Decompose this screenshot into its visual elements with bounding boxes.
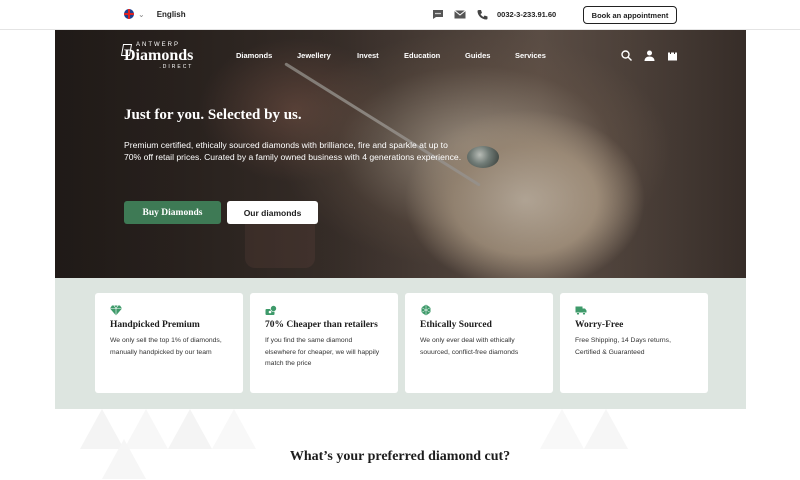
feature-text: We only ever deal with ethically souurce… bbox=[420, 337, 519, 356]
feature-card-worry-free: Worry-Free Free Shipping, 14 Days return… bbox=[560, 293, 708, 393]
phone-number[interactable]: 0032-3-233.91.60 bbox=[497, 10, 556, 19]
feature-title: 70% Cheaper than retailers bbox=[265, 320, 378, 330]
site-logo[interactable]: ANTWERP Diamonds .DIRECT bbox=[120, 42, 194, 70]
feature-card-handpicked: Handpicked Premium We only sell the top … bbox=[95, 293, 243, 393]
section-title: What’s your preferred diamond cut? bbox=[289, 449, 511, 464]
money-icon bbox=[265, 303, 277, 315]
hero-description: Premium certified, ethically sourced dia… bbox=[124, 140, 462, 162]
our-diamonds-button[interactable]: Our diamonds bbox=[227, 201, 318, 224]
features-section: Handpicked Premium We only sell the top … bbox=[55, 278, 746, 409]
logo-sub-text: .DIRECT bbox=[159, 64, 194, 70]
nav-item-guides[interactable]: Guides bbox=[465, 51, 490, 60]
phone-icon[interactable] bbox=[476, 8, 488, 20]
feature-card-cheaper: 70% Cheaper than retailers If you find t… bbox=[250, 293, 398, 393]
contact-icons bbox=[432, 8, 488, 20]
truck-icon bbox=[575, 303, 587, 316]
hero-banner: ANTWERP Diamonds .DIRECT Diamonds Jewell… bbox=[55, 30, 746, 278]
feature-text: If you find the same diamond elsewhere f… bbox=[265, 337, 380, 367]
search-icon[interactable] bbox=[620, 49, 632, 61]
header-icons bbox=[620, 49, 678, 61]
decorative-triangle bbox=[168, 409, 212, 449]
uk-flag-icon bbox=[124, 9, 134, 19]
language-label: English bbox=[156, 9, 186, 19]
feature-card-ethical: Ethically Sourced We only ever deal with… bbox=[405, 293, 553, 393]
mail-icon[interactable] bbox=[454, 8, 466, 20]
diamond-icon bbox=[110, 303, 122, 316]
decorative-triangle bbox=[584, 409, 628, 449]
feature-text: We only sell the top 1% of diamonds, man… bbox=[110, 337, 222, 356]
nav-item-diamonds[interactable]: Diamonds bbox=[236, 51, 272, 60]
decorative-triangle bbox=[212, 409, 256, 449]
language-selector[interactable]: ⌄ English bbox=[124, 9, 186, 19]
chevron-down-icon: ⌄ bbox=[138, 9, 145, 19]
logo-main-text: Diamonds bbox=[124, 47, 194, 64]
feature-text: Free Shipping, 14 Days returns, Certifie… bbox=[575, 337, 671, 356]
buy-diamonds-button[interactable]: Buy Diamonds bbox=[124, 201, 221, 224]
cart-icon[interactable] bbox=[666, 49, 678, 61]
gem-icon bbox=[420, 303, 432, 316]
nav-item-education[interactable]: Education bbox=[404, 51, 440, 60]
feature-title: Worry-Free bbox=[575, 320, 624, 330]
account-icon[interactable] bbox=[643, 49, 655, 61]
nav-item-jewellery[interactable]: Jewellery bbox=[297, 51, 331, 60]
nav-item-services[interactable]: Services bbox=[515, 51, 546, 60]
nav-item-invest[interactable]: Invest bbox=[357, 51, 379, 60]
feature-title: Handpicked Premium bbox=[110, 320, 200, 330]
feature-title: Ethically Sourced bbox=[420, 320, 492, 330]
diamond-cut-section: What’s your preferred diamond cut? bbox=[0, 409, 800, 480]
book-appointment-button[interactable]: Book an appointment bbox=[583, 6, 677, 24]
top-utility-bar: ⌄ English 0032-3-233.91.60 Book an appoi… bbox=[0, 0, 800, 30]
hero-title: Just for you. Selected by us. bbox=[124, 107, 302, 123]
chat-icon[interactable] bbox=[432, 8, 444, 20]
decorative-triangle bbox=[540, 409, 584, 449]
